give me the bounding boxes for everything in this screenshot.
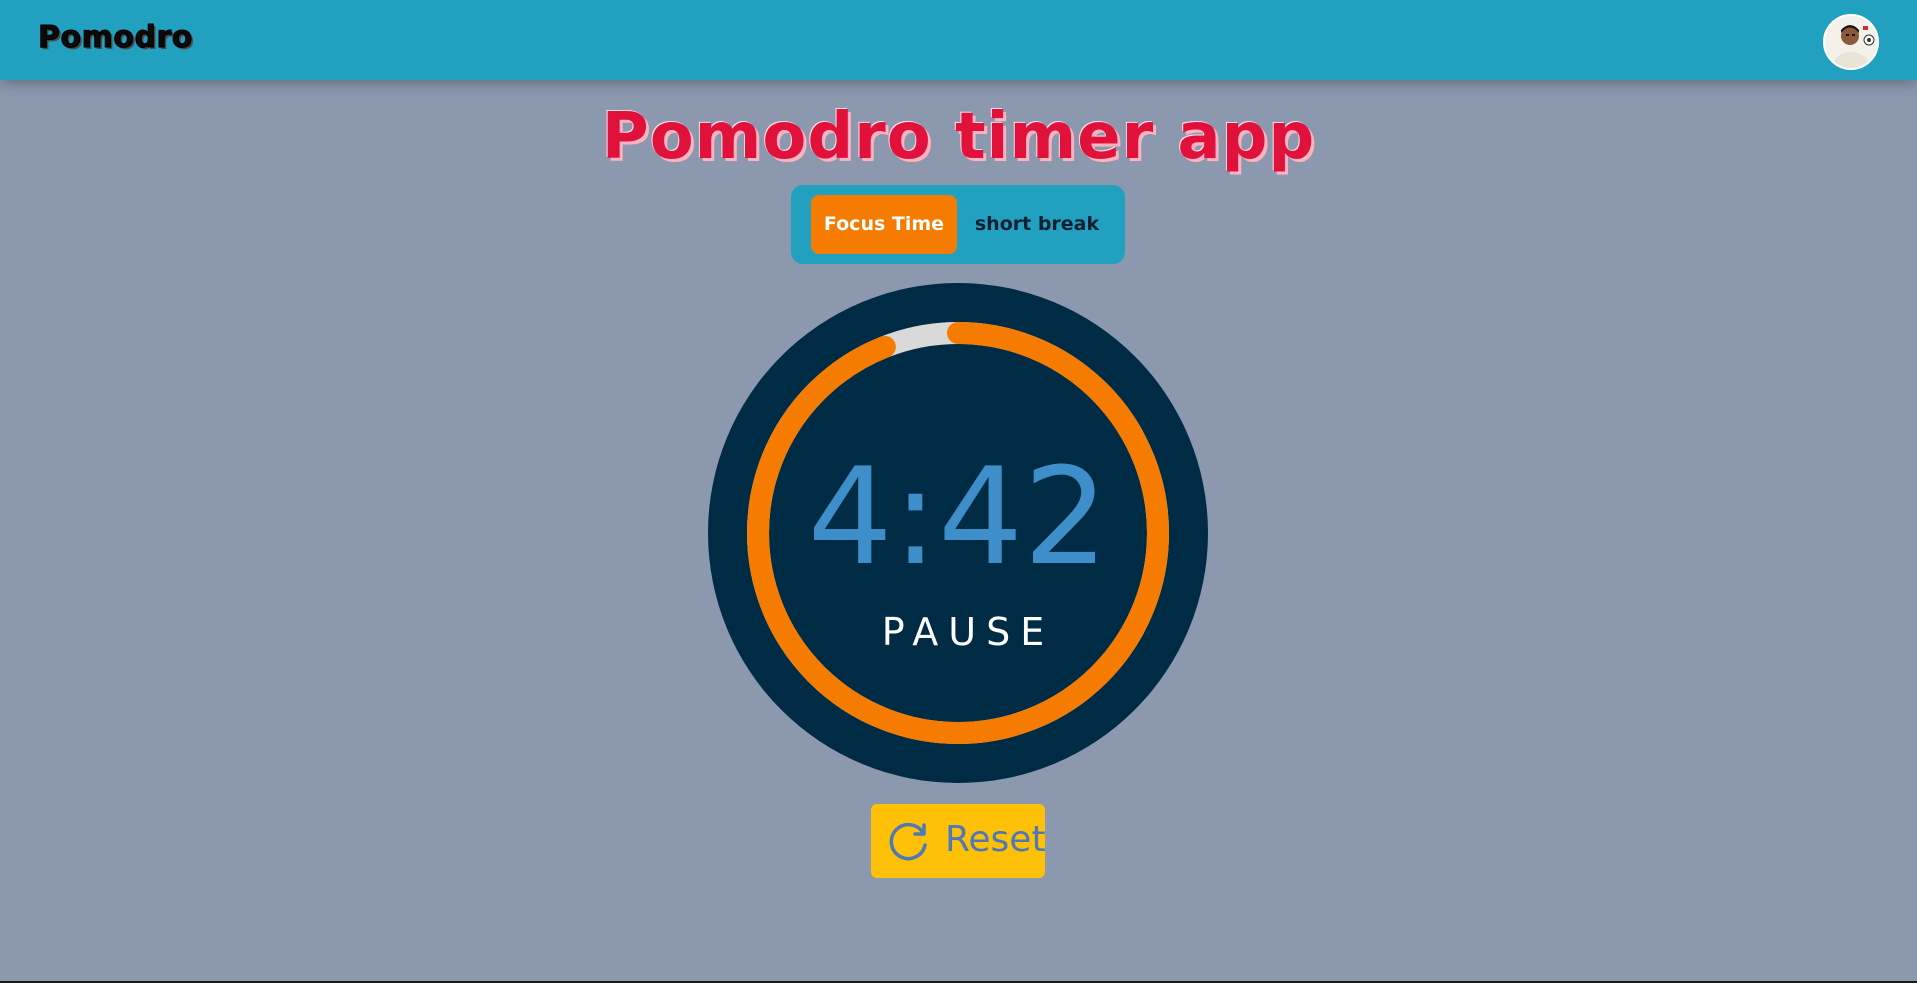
reset-icon — [889, 822, 927, 861]
pause-button[interactable]: PAUSE — [858, 610, 1068, 654]
focus-time-button[interactable]: Focus Time — [811, 195, 957, 254]
user-avatar[interactable] — [1823, 14, 1879, 70]
short-break-button[interactable]: short break — [967, 195, 1107, 254]
reset-button[interactable]: Reset — [871, 804, 1046, 878]
avatar-icon — [1825, 16, 1877, 68]
reset-label: Reset — [945, 819, 1046, 860]
navbar: Pomodro — [0, 0, 1917, 80]
mode-switch: Focus Time short break — [791, 185, 1125, 264]
page-title: Pomodro timer app — [601, 100, 1316, 174]
time-remaining: 4:42 — [807, 439, 1109, 595]
brand-logo-text[interactable]: Pomodro — [38, 20, 193, 56]
